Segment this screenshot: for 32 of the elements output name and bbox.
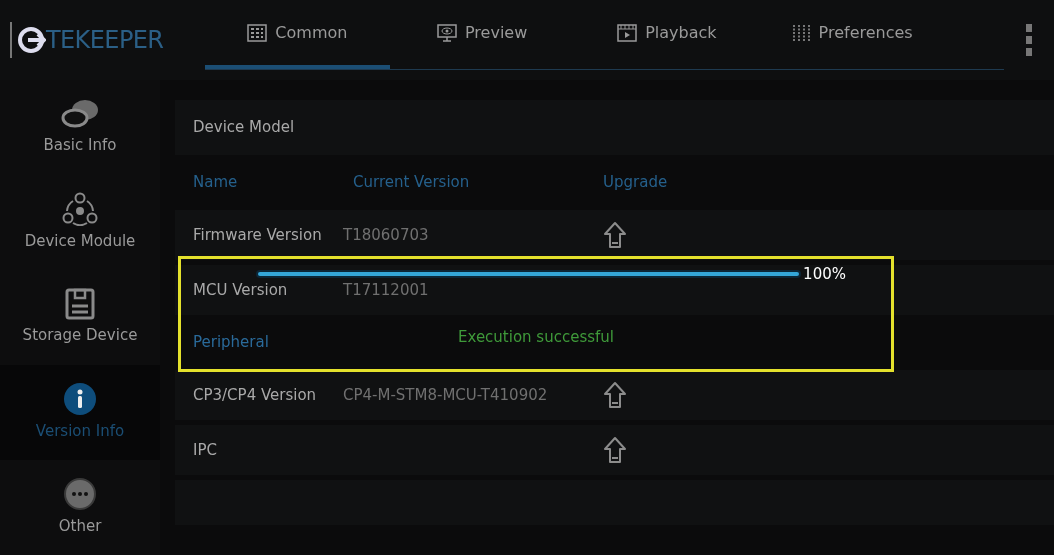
- name-cell-text: Firmware Version: [193, 224, 323, 246]
- column-header: Upgrade: [603, 172, 668, 194]
- upload-arrow-icon[interactable]: [603, 436, 627, 464]
- sidebar-item[interactable]: Other: [0, 460, 160, 555]
- name-cell-text: MCU Version: [193, 279, 289, 301]
- film-icon: [617, 23, 638, 42]
- upload-arrow-icon[interactable]: [603, 381, 627, 409]
- info-icon: [63, 382, 97, 417]
- column-header: Name: [193, 172, 239, 194]
- monitor-icon: [437, 23, 457, 42]
- sidebar-item[interactable]: Storage Device: [0, 270, 160, 365]
- device-model-label: Device Model: [193, 117, 295, 139]
- more-icon: [63, 477, 97, 512]
- tab[interactable]: Playback: [574, 0, 760, 69]
- version-cell-text: T18060703: [343, 224, 429, 246]
- grid-icon: [247, 23, 268, 42]
- name-cell-text: IPC: [193, 439, 218, 461]
- upload-arrow-icon[interactable]: [603, 221, 627, 249]
- tab[interactable]: Preview: [389, 0, 575, 69]
- progress-percent: 100%: [803, 264, 846, 285]
- nodes-icon: [62, 192, 98, 227]
- logo-text: TEKEEPER: [46, 25, 164, 56]
- version-cell-text: CP4-M-STM8-MCU-T410902: [343, 384, 548, 406]
- section-title: Peripheral: [193, 332, 269, 354]
- name-cell-text: CP3/CP4 Version: [193, 384, 318, 406]
- kebab-menu-icon[interactable]: [1026, 24, 1032, 56]
- sidebar-item[interactable]: Device Module: [0, 175, 160, 270]
- tab[interactable]: Common: [205, 0, 390, 69]
- version-cell-text: T17112001: [343, 279, 429, 301]
- sidebar-item[interactable]: Basic Info: [0, 80, 160, 175]
- column-header: Current Version: [353, 172, 471, 194]
- tab[interactable]: Preferences: [759, 0, 944, 69]
